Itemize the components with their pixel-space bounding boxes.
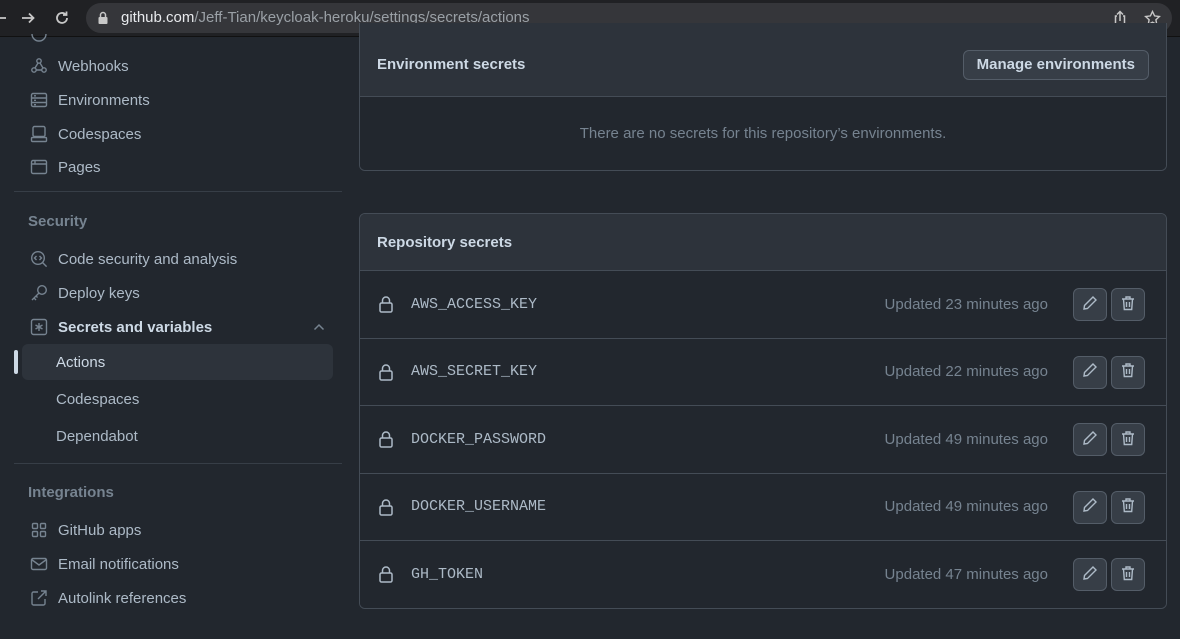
secrets-list: AWS_ACCESS_KEY Updated 23 minutes ago AW…: [360, 271, 1166, 608]
webhook-icon: [30, 57, 48, 75]
environment-secrets-panel: Environment secrets Manage environments …: [359, 23, 1167, 171]
reload-button[interactable]: [50, 6, 74, 30]
sidebar-subitem-actions[interactable]: Actions: [22, 344, 333, 380]
chevron-up-icon[interactable]: [312, 320, 326, 338]
sidebar-item-label: Codespaces: [58, 125, 142, 143]
sidebar-item-label: Email notifications: [58, 555, 179, 573]
lock-icon: [97, 11, 109, 29]
sidebar-item-code-security[interactable]: Code security and analysis: [24, 243, 334, 275]
sidebar-subitem-codespaces[interactable]: Codespaces: [22, 381, 333, 417]
active-indicator: [14, 350, 18, 374]
sidebar-divider: [14, 191, 342, 192]
lock-icon: [378, 363, 394, 385]
environment-secrets-header: Environment secrets Manage environments: [360, 23, 1166, 97]
trash-icon: [1120, 497, 1136, 517]
sidebar-item-label: Autolink references: [58, 589, 187, 607]
mail-icon: [30, 555, 48, 573]
sidebar-item-email-notifications[interactable]: Email notifications: [24, 548, 334, 580]
edit-secret-button[interactable]: [1073, 423, 1107, 456]
repository-secrets-panel: Repository secrets AWS_ACCESS_KEY Update…: [359, 213, 1167, 609]
environment-secrets-title: Environment secrets: [377, 56, 526, 73]
asterisk-icon: [30, 318, 48, 336]
lock-icon: [378, 430, 394, 452]
sidebar-subitem-label: Dependabot: [56, 427, 138, 445]
trash-icon: [1120, 362, 1136, 382]
secret-row: DOCKER_PASSWORD Updated 49 minutes ago: [360, 406, 1166, 474]
repository-secrets-header: Repository secrets: [360, 214, 1166, 271]
secret-updated: Updated 23 minutes ago: [884, 295, 1048, 313]
pencil-icon: [1082, 565, 1098, 585]
partial-icon: [30, 31, 48, 48]
repository-secrets-title: Repository secrets: [377, 233, 513, 251]
edit-secret-button[interactable]: [1073, 558, 1107, 591]
secret-name: GH_TOKEN: [411, 566, 484, 584]
trash-icon: [1120, 295, 1136, 315]
server-icon: [30, 91, 48, 109]
sidebar-subitem-dependabot[interactable]: Dependabot: [22, 418, 333, 454]
sidebar-subitem-label: Codespaces: [56, 390, 140, 408]
secret-updated: Updated 49 minutes ago: [884, 430, 1048, 448]
secret-name: AWS_ACCESS_KEY: [411, 295, 538, 313]
sidebar-heading-integrations: Integrations: [28, 484, 114, 501]
pencil-icon: [1082, 497, 1098, 517]
sidebar-item-autolink-references[interactable]: Autolink references: [24, 582, 334, 614]
secret-row: DOCKER_USERNAME Updated 49 minutes ago: [360, 473, 1166, 541]
sidebar-heading-security: Security: [28, 213, 88, 230]
codespaces-icon: [30, 125, 48, 143]
lock-icon: [378, 498, 394, 520]
edit-secret-button[interactable]: [1073, 355, 1107, 389]
trash-icon: [1120, 430, 1136, 450]
secret-name: DOCKER_PASSWORD: [411, 430, 547, 448]
sidebar-item-deploy-keys[interactable]: Deploy keys: [24, 277, 334, 309]
trash-icon: [1120, 565, 1136, 585]
apps-icon: [30, 521, 48, 539]
url-host: github.com: [121, 9, 195, 26]
secret-row: AWS_SECRET_KEY Updated 22 minutes ago: [360, 338, 1166, 406]
environment-secrets-empty-message: There are no secrets for this repository…: [360, 97, 1166, 170]
sidebar-item-label: Webhooks: [58, 57, 129, 75]
sidebar-item-label: Code security and analysis: [58, 250, 238, 268]
secret-row: GH_TOKEN Updated 47 minutes ago: [360, 541, 1166, 608]
secret-updated: Updated 22 minutes ago: [884, 363, 1048, 381]
sidebar-item-codespaces[interactable]: Codespaces: [24, 118, 334, 150]
sidebar-item-pages[interactable]: Pages: [24, 151, 334, 183]
delete-secret-button[interactable]: [1111, 355, 1145, 389]
manage-environments-button[interactable]: Manage environments: [962, 49, 1149, 80]
sidebar-item-label: Pages: [58, 158, 101, 176]
forward-button[interactable]: [16, 6, 40, 30]
sidebar-item-github-apps[interactable]: GitHub apps: [24, 514, 334, 546]
edit-secret-button[interactable]: [1073, 288, 1107, 321]
sidebar-item-environments[interactable]: Environments: [24, 84, 334, 116]
pencil-icon: [1082, 295, 1098, 315]
back-button[interactable]: [0, 6, 12, 30]
delete-secret-button[interactable]: [1111, 423, 1145, 456]
lock-icon: [378, 565, 394, 587]
delete-secret-button[interactable]: [1111, 288, 1145, 321]
sidebar-divider: [14, 463, 342, 464]
pencil-icon: [1082, 430, 1098, 450]
sidebar-item-label: Deploy keys: [58, 284, 140, 302]
sidebar-item-webhooks[interactable]: Webhooks: [24, 50, 334, 82]
secret-updated: Updated 47 minutes ago: [884, 566, 1048, 584]
settings-sidebar: Webhooks Environments Codespaces Pages S…: [0, 33, 342, 639]
sidebar-item-label: Environments: [58, 91, 150, 109]
codescan-icon: [30, 250, 48, 268]
sidebar-item-label: Secrets and variables: [58, 318, 213, 336]
lock-icon: [378, 295, 394, 317]
browser-icon: [30, 158, 48, 176]
secret-row: AWS_ACCESS_KEY Updated 23 minutes ago: [360, 271, 1166, 339]
delete-secret-button[interactable]: [1111, 558, 1145, 591]
key-icon: [30, 284, 48, 302]
pencil-icon: [1082, 362, 1098, 382]
delete-secret-button[interactable]: [1111, 490, 1145, 524]
sidebar-item-label: GitHub apps: [58, 521, 142, 539]
secret-name: DOCKER_USERNAME: [411, 498, 547, 516]
secret-name: AWS_SECRET_KEY: [411, 363, 538, 381]
secret-updated: Updated 49 minutes ago: [884, 498, 1048, 516]
sidebar-item-secrets-and-variables[interactable]: Secrets and variables: [24, 311, 334, 343]
edit-secret-button[interactable]: [1073, 490, 1107, 524]
sidebar-subitem-label: Actions: [56, 353, 106, 371]
link-external-icon: [30, 589, 48, 607]
